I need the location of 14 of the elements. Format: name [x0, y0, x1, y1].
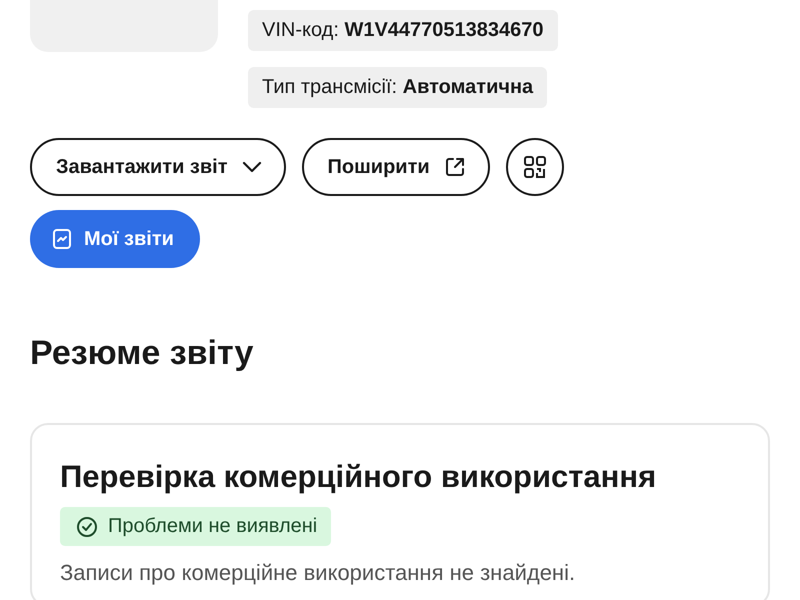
- external-link-icon: [444, 156, 466, 178]
- section-title: Резюме звіту: [30, 334, 254, 373]
- check-circle-icon: [76, 516, 98, 538]
- status-badge: Проблеми не виявлені: [60, 507, 332, 546]
- report-icon: [52, 228, 72, 250]
- card-title: Перевірка комерційного використання: [60, 459, 658, 495]
- share-button[interactable]: Поширити: [302, 138, 490, 196]
- card-text: Записи про комерційне використання не знайдені.: [60, 560, 576, 586]
- chevron-down-icon: [242, 161, 262, 173]
- info-chip: Тип трансмісії: Автоматична: [248, 67, 548, 108]
- download-report-button[interactable]: Завантажити звіт: [30, 138, 286, 196]
- qr-code-icon: [522, 155, 547, 179]
- info-chip: VIN-код: W1V44770513834670: [248, 10, 558, 51]
- my-reports-button[interactable]: Мої звіти: [30, 210, 200, 268]
